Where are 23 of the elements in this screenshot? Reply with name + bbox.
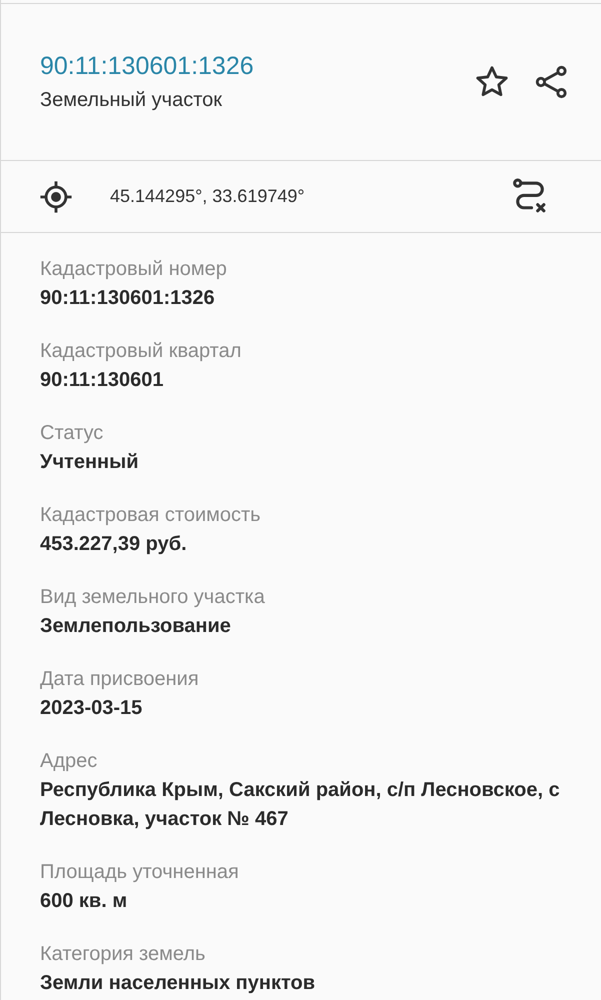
field-value: 600 кв. м [40,889,128,914]
field-value: Земли населенных пунктов [40,971,316,996]
coordinates-text: 45.144295°, 33.619749° [110,185,306,208]
field-value: 2023-03-15 [40,696,144,721]
target-icon [39,180,73,214]
field-value: 90:11:130601 [40,368,164,393]
field-label: Категория земель [40,942,206,967]
field-label: Адрес [40,749,98,774]
field-value: Республика Крым, Сакский район, с/п Лесновское, с Лесновка, участок № 467 [40,778,561,832]
field-label: Кадастровый квартал [40,339,242,364]
field-label: Статус [40,421,104,446]
field-value: 453.227,39 руб. [40,532,188,557]
field-label: Вид земельного участка [40,585,266,610]
locate-button[interactable] [39,180,73,214]
field-label: Дата присвоения [40,667,200,692]
field-value: 90:11:130601:1326 [40,286,216,311]
field-label: Кадастровый номер [40,257,228,282]
field-value: Землепользование [40,614,232,639]
field-label: Площадь уточненная [40,860,240,885]
object-type: Земельный участок [40,88,224,112]
cadastral-title: 90:11:130601:1326 [40,50,255,82]
field-value: Учтенный [40,450,140,475]
field-label: Кадастровая стоимость [40,503,262,528]
